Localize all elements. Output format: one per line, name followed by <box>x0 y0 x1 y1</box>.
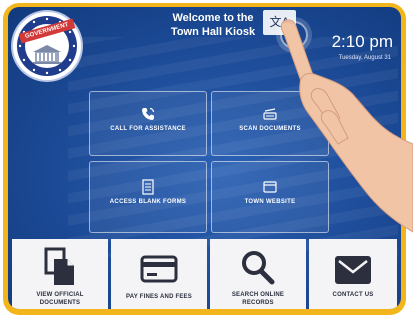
pay-fines-and-fees-button[interactable]: PAY FINES AND FEES <box>111 239 207 309</box>
government-seal: GOVERNMENT <box>13 12 81 80</box>
pay-fines-and-fees-label: PAY FINES AND FEES <box>126 294 192 300</box>
search-icon <box>242 251 275 285</box>
welcome-line-1: Welcome to the <box>172 12 254 24</box>
access-blank-forms-button[interactable]: ACCESS BLANK FORMS <box>89 161 207 233</box>
browser-icon <box>263 181 277 193</box>
search-online-records-button[interactable]: SEARCH ONLINE RECORDS <box>210 239 306 309</box>
kiosk-screen: GOVERNMENT Welcome to the Town Hall Kios… <box>8 7 401 309</box>
touch-indicator <box>280 21 308 49</box>
contact-us-button[interactable]: CONTACT US <box>309 239 397 309</box>
view-official-documents-line-1: VIEW OFFICIAL <box>36 292 84 298</box>
welcome-title: Welcome to the Town Hall Kiosk <box>158 11 268 39</box>
clock-time: 2:10 pm <box>331 32 393 51</box>
clock-date: Tuesday, August 31 <box>338 55 391 61</box>
call-for-assistance-button[interactable]: CALL FOR ASSISTANCE <box>89 91 207 156</box>
document-icon <box>142 179 154 195</box>
view-official-documents-button[interactable]: VIEW OFFICIAL DOCUMENTS <box>12 239 108 309</box>
credit-card-icon <box>140 255 178 283</box>
scanner-icon <box>263 108 277 120</box>
scan-documents-label: SCAN DOCUMENTS <box>239 126 301 132</box>
access-blank-forms-label: ACCESS BLANK FORMS <box>109 199 187 205</box>
search-online-records-line-2: RECORDS <box>242 300 274 306</box>
welcome-line-2: Town Hall Kiosk <box>170 26 256 38</box>
town-website-label: TOWN WEBSITE <box>244 199 296 205</box>
documents-icon <box>44 247 74 285</box>
scan-documents-button[interactable]: SCAN DOCUMENTS <box>211 91 329 156</box>
envelope-icon <box>335 256 371 284</box>
view-official-documents-line-2: DOCUMENTS <box>39 300 81 306</box>
contact-us-label: CONTACT US <box>332 292 374 298</box>
phone-icon <box>142 107 155 120</box>
call-for-assistance-label: CALL FOR ASSISTANCE <box>110 126 186 132</box>
search-online-records-line-1: SEARCH ONLINE <box>231 292 285 298</box>
town-website-button[interactable]: TOWN WEBSITE <box>211 161 329 233</box>
